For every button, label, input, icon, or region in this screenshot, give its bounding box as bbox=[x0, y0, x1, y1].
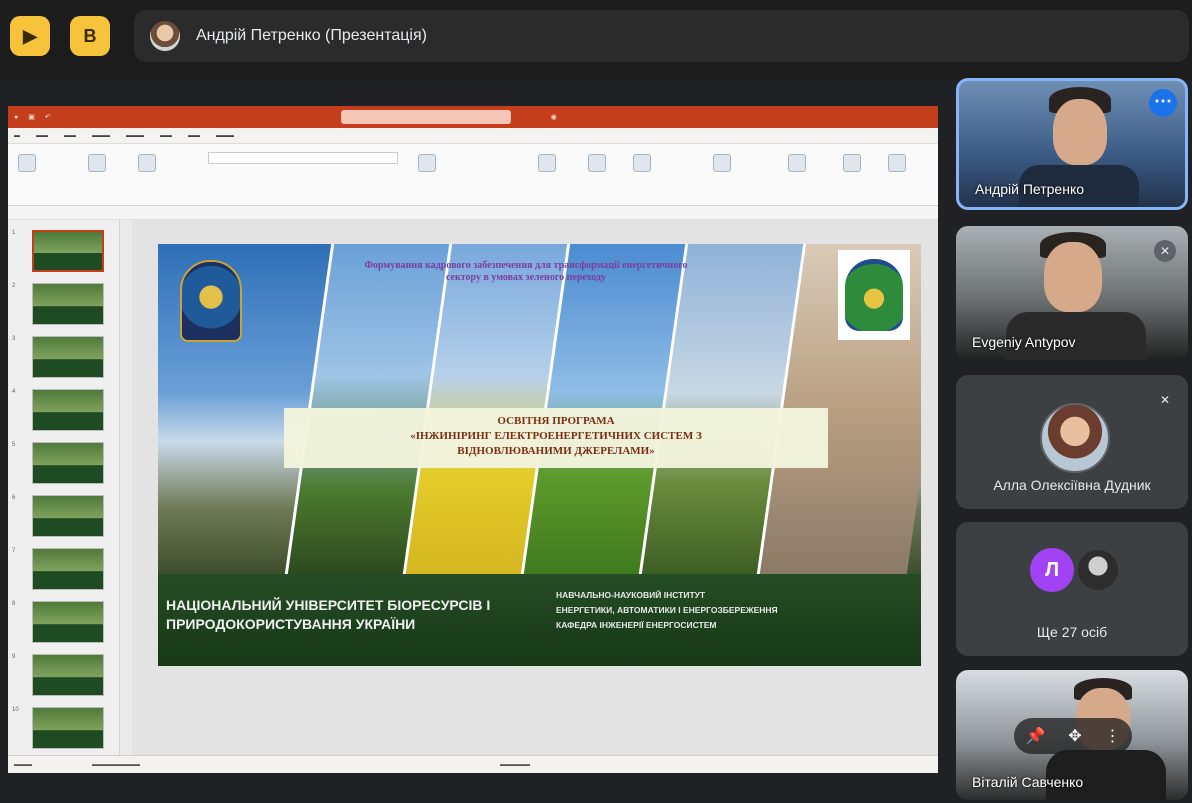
meet-window: ▶ B Андрій Петренко (Презентація) ● ▣ ↶ … bbox=[0, 0, 1192, 803]
participant-avatar bbox=[1076, 548, 1120, 592]
mic-off-icon: ✕ bbox=[1159, 393, 1171, 407]
slide-thumbnail bbox=[32, 389, 104, 431]
slide-thumbnail bbox=[32, 283, 104, 325]
tile-hover-controls: 📌 ✥ ⋮ bbox=[1014, 718, 1132, 754]
institute-line: НАВЧАЛЬНО-НАУКОВИЙ ІНСТИТУТ bbox=[556, 590, 706, 600]
menu-tab: ▬▬▬ bbox=[216, 132, 234, 139]
new-slide-icon bbox=[88, 154, 106, 172]
addins-icon bbox=[888, 154, 906, 172]
ukraine-crest-emblem bbox=[180, 260, 242, 342]
presenter-label: Андрій Петренко (Презентація) bbox=[196, 27, 427, 44]
participant-video bbox=[1044, 242, 1102, 312]
arrange-icon bbox=[588, 154, 606, 172]
editing-icon bbox=[713, 154, 731, 172]
participant-video bbox=[1053, 99, 1107, 165]
participant-name: Віталій Савченко bbox=[972, 774, 1084, 790]
styles-icon bbox=[633, 154, 651, 172]
participant-tile[interactable]: 📌 ✥ ⋮ Віталій Савченко bbox=[956, 670, 1188, 800]
others-tile[interactable]: Л Ще 27 осіб bbox=[956, 522, 1188, 656]
slide-number: 6 bbox=[12, 495, 16, 501]
menu-tab: ▬▬ bbox=[64, 132, 76, 139]
slide-title-line: «ІНЖИНІРИНГ ЕЛЕКТРОЕНЕРГЕТИЧНИХ СИСТЕМ З bbox=[410, 430, 702, 442]
menu-tab: ▬▬ bbox=[188, 132, 200, 139]
slide-thumbnail bbox=[32, 548, 104, 590]
institute-info: НАВЧАЛЬНО-НАУКОВИЙ ІНСТИТУТ ЕНЕРГЕТИКИ, … bbox=[556, 588, 916, 633]
dictate-icon bbox=[788, 154, 806, 172]
current-slide: Формування кадрового забезпечення для тр… bbox=[158, 244, 921, 666]
more-options-button[interactable]: ⋯ bbox=[1149, 89, 1177, 117]
ppt-status-bar: ▬▬▬ ▬▬▬▬▬▬▬▬ ▬▬▬▬▬ bbox=[8, 755, 938, 773]
frame-icon[interactable]: ✥ bbox=[1068, 726, 1081, 746]
slide-thumbnail bbox=[32, 601, 104, 643]
slide-thumbnail bbox=[32, 654, 104, 696]
ppt-search-box bbox=[340, 110, 511, 124]
slide-number: 7 bbox=[12, 548, 16, 554]
slide-number: 2 bbox=[12, 283, 16, 289]
font-selector bbox=[208, 152, 398, 164]
participant-initial-avatar: Л bbox=[1030, 548, 1074, 592]
slide-thumbnail bbox=[32, 442, 104, 484]
layout-icon bbox=[138, 154, 156, 172]
pin-icon[interactable]: 📌 bbox=[1025, 726, 1045, 746]
undo-icon: ↶ bbox=[44, 114, 51, 121]
presenter-avatar bbox=[150, 21, 180, 51]
slide-number: 3 bbox=[12, 336, 16, 342]
slide-title-box: ОСВІТНЯ ПРОГРАМА «ІНЖИНІРИНГ ЕЛЕКТРОЕНЕР… bbox=[284, 408, 828, 468]
ppt-ribbon bbox=[8, 144, 938, 206]
top-bar: ▶ B Андрій Петренко (Презентація) bbox=[0, 0, 1192, 80]
slide-thumbnail bbox=[32, 336, 104, 378]
slide-number: 10 bbox=[12, 707, 19, 713]
institute-line: КАФЕДРА ІНЖЕНЕРІЇ ЕНЕРГОСИСТЕМ bbox=[556, 620, 717, 630]
ppt-ruler bbox=[8, 206, 938, 220]
menu-tab: ▬ bbox=[14, 132, 20, 139]
university-logo bbox=[838, 250, 910, 340]
slide-number: 9 bbox=[12, 654, 16, 660]
menu-tab: ▬▬ bbox=[160, 132, 172, 139]
participant-tile[interactable]: ✕ Алла Олексіївна Дудник bbox=[956, 375, 1188, 509]
slide-subtitle: Формування кадрового забезпечення для тр… bbox=[364, 260, 688, 283]
status-slide-info: ▬▬▬ bbox=[14, 761, 32, 768]
menu-tab: ▬▬▬ bbox=[126, 132, 144, 139]
ppt-title-bar: ● ▣ ↶ ◉ bbox=[8, 106, 938, 128]
participant-tile[interactable]: ✕ Evgeniy Antypov bbox=[956, 226, 1188, 360]
university-name: НАЦІОНАЛЬНИЙ УНІВЕРСИТЕТ БІОРЕСУРСІВ І П… bbox=[166, 597, 491, 632]
shapes-icon bbox=[538, 154, 556, 172]
slide-title-line: ОСВІТНЯ ПРОГРАМА bbox=[497, 415, 615, 427]
slide-footer: НАЦІОНАЛЬНИЙ УНІВЕРСИТЕТ БІОРЕСУРСІВ І П… bbox=[158, 574, 921, 666]
save-icon: ▣ bbox=[28, 114, 35, 121]
thumbnail-scrollbar bbox=[120, 220, 132, 755]
more-vert-icon[interactable]: ⋮ bbox=[1105, 726, 1121, 746]
presenter-pill[interactable]: Андрій Петренко (Презентація) bbox=[134, 10, 1189, 62]
paragraph-icon bbox=[418, 154, 436, 172]
others-count-label: Ще 27 осіб bbox=[1036, 624, 1108, 640]
slide-number: 8 bbox=[12, 601, 16, 607]
participant-name: Андрій Петренко bbox=[975, 181, 1085, 197]
slide-thumbnail bbox=[32, 230, 104, 272]
slide-title-line: ВІДНОВЛЮВАНИМИ ДЖЕРЕЛАМИ» bbox=[457, 445, 655, 457]
ppt-user-icon: ◉ bbox=[550, 114, 557, 121]
institute-line: ЕНЕРГЕТИКИ, АВТОМАТИКИ І ЕНЕРГОЗБЕРЕЖЕНН… bbox=[556, 605, 778, 615]
menu-tab: ▬▬ bbox=[36, 132, 48, 139]
slide-thumbnails: 1 2 3 4 5 6 7 8 9 10 bbox=[8, 220, 120, 755]
participant-name: Алла Олексіївна Дудник bbox=[993, 477, 1151, 493]
captions-icon[interactable]: B bbox=[70, 16, 110, 56]
slide-thumbnail bbox=[32, 707, 104, 749]
ppt-menu-tabs: ▬ ▬▬ ▬▬ ▬▬▬ ▬▬▬ ▬▬ ▬▬ ▬▬▬ bbox=[8, 128, 938, 144]
menu-tab: ▬▬▬ bbox=[92, 132, 110, 139]
slide-thumbnail bbox=[32, 495, 104, 537]
participant-avatar bbox=[1040, 403, 1110, 473]
slide-number: 5 bbox=[12, 442, 16, 448]
participant-name: Evgeniy Antypov bbox=[972, 334, 1076, 350]
present-off-icon[interactable]: ▶ bbox=[10, 16, 50, 56]
mic-off-icon: ✕ bbox=[1154, 240, 1176, 262]
paste-icon bbox=[18, 154, 36, 172]
participant-tile[interactable]: ⋯ Андрій Петренко bbox=[956, 78, 1188, 210]
status-zoom: ▬▬▬▬▬ bbox=[500, 761, 530, 768]
status-accessibility: ▬▬▬▬▬▬▬▬ bbox=[92, 761, 140, 768]
autosave-icon: ● bbox=[14, 113, 19, 121]
slide-number: 4 bbox=[12, 389, 16, 395]
slide-number: 1 bbox=[12, 230, 16, 236]
designer-icon bbox=[843, 154, 861, 172]
